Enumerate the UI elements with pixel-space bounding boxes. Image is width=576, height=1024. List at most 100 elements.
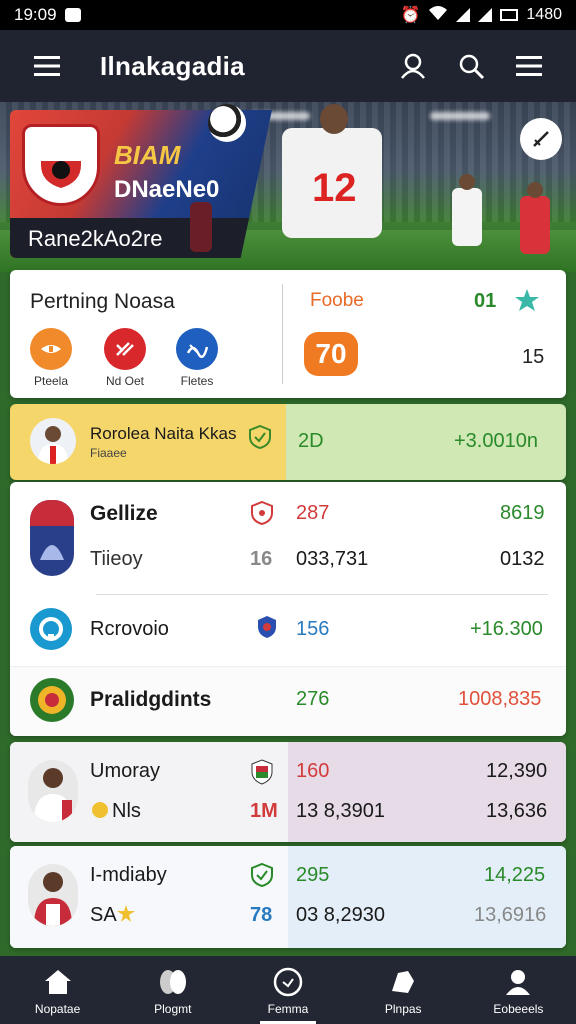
chip-fletes[interactable] (176, 328, 218, 370)
shield-check-icon (250, 862, 274, 893)
team-list-card: Gellize 287 8619 Tiieoy 16 033,731 0132 … (10, 482, 566, 736)
team-name: Rcrovoio (90, 618, 169, 640)
signal-icon-2 (478, 8, 493, 22)
player-figure (520, 182, 550, 254)
player-sub: Nls (112, 800, 141, 822)
team-num-b: +16.300 (470, 618, 543, 640)
chip-label: Nd Oet (105, 374, 144, 388)
nav-match[interactable]: Femma (230, 956, 345, 1024)
player-avatar (28, 760, 78, 822)
player-val-c: 13,636 (486, 800, 548, 822)
search-icon[interactable] (448, 43, 494, 89)
players-icon (156, 966, 190, 998)
score-badge[interactable]: 70 (304, 332, 358, 376)
highlight-sub: Fiaaee (90, 446, 127, 460)
coin-icon (90, 800, 110, 825)
divider (96, 594, 548, 595)
nav-home[interactable]: Nopatae (0, 956, 115, 1024)
team-num-a: 287 (296, 502, 330, 524)
bottom-navigation: Nopatae Plogmt Femma Plnpas Eobeeels (0, 956, 576, 1024)
nav-profile[interactable]: Eobeeels (461, 956, 576, 1024)
team-crest-icon (30, 500, 74, 576)
banner-line-1: BIAM (114, 140, 181, 170)
football-icon (208, 104, 246, 142)
shield-icon (250, 500, 274, 531)
right-value: 01 (474, 290, 497, 312)
shield-icon (256, 614, 278, 645)
team-sub-num: 16 (250, 548, 273, 570)
star-icon (514, 288, 540, 317)
featured-player-image: 12 (282, 104, 382, 238)
nav-label: Nopatae (34, 1002, 81, 1016)
team-crest-icon (30, 678, 74, 722)
chip-pteela[interactable] (30, 328, 72, 370)
status-right-text: 1480 (526, 6, 562, 23)
nav-label: Plogmt (154, 1002, 192, 1016)
wifi-icon (428, 5, 448, 26)
player-val-b: 13 8,3901 (296, 800, 385, 822)
nav-players[interactable]: Plogmt (115, 956, 230, 1024)
hero-banner[interactable]: BIAM DNaeNe0 Rane2kAo2re 12 (0, 102, 576, 272)
team-num-b: 1008,835 (458, 688, 542, 710)
options-menu-icon[interactable] (506, 43, 552, 89)
player-sub: SA (90, 904, 117, 926)
banner-line-2: DNaeNe0 (114, 176, 220, 203)
right-bottom-value: 15 (522, 346, 545, 368)
player-tag: 78 (250, 904, 273, 926)
player-card[interactable]: Umoray Nls 1M 160 13 8,3901 12,390 13,63… (10, 742, 566, 842)
shield-check-icon (248, 424, 272, 455)
player-val-c: 13,6916 (474, 904, 547, 926)
nav-label: Plnpas (384, 1002, 422, 1016)
banner-line-3: Rane2kAo2re (10, 218, 250, 258)
player-card-right (288, 742, 566, 842)
highlight-amount: +3.0010n (454, 430, 538, 452)
battery-icon (500, 9, 519, 21)
app-title: Ilnakagadia (100, 50, 245, 81)
avatar (30, 418, 76, 464)
player-name: I-mdiaby (90, 864, 167, 886)
summary-card[interactable]: Pertning Noasa Pteela Nd Oet Fletes Foob… (10, 270, 566, 398)
nav-label: Eobeeels (493, 1002, 544, 1016)
nav-label: Femma (267, 1002, 309, 1016)
player-figure (190, 202, 212, 252)
home-icon (41, 966, 75, 998)
team-logo-icon (30, 608, 72, 650)
team-num-a: 276 (296, 688, 330, 710)
match-icon (271, 966, 305, 998)
highlight-row[interactable]: Rorolea Naita Kkas Fiaaee 2D +3.0010n (10, 404, 566, 480)
edit-icon[interactable] (520, 118, 562, 160)
chip-ndoet[interactable] (104, 328, 146, 370)
team-sub: Tiieoy (90, 548, 143, 570)
club-crest-icon (22, 124, 100, 206)
player-avatar (28, 864, 78, 926)
player-num-a: 295 (296, 864, 330, 886)
highlight-name: Rorolea Naita Kkas (90, 424, 237, 443)
alarm-icon: ⏰ (400, 7, 421, 24)
player-val-a: 12,390 (486, 760, 548, 782)
nav-stats[interactable]: Plnpas (346, 956, 461, 1024)
profile-icon (501, 966, 535, 998)
notification-icon (64, 8, 81, 22)
app-bar: Ilnakagadia (0, 30, 576, 102)
player-card-right (288, 846, 566, 948)
player-card[interactable]: I-mdiaby SA 78 295 03 8,2930 14,225 13,6… (10, 846, 566, 948)
player-figure (452, 174, 482, 246)
card-divider (282, 284, 283, 384)
team-num-a: 156 (296, 618, 330, 640)
player-tag: 1M (250, 800, 278, 822)
team-val-b: 0132 (500, 548, 545, 570)
player-name: Umoray (90, 760, 161, 782)
team-val-a: 033,731 (296, 548, 369, 570)
stadium-light (430, 112, 490, 120)
menu-icon[interactable] (24, 43, 70, 89)
team-name: Gellize (90, 502, 158, 525)
account-icon[interactable] (390, 43, 436, 89)
team-name: Pralidgdints (90, 688, 212, 711)
stats-icon (386, 966, 420, 998)
player-val-b: 03 8,2930 (296, 904, 385, 926)
right-label: Foobe (310, 290, 364, 311)
chip-label: Fletes (180, 374, 214, 388)
star-icon (116, 904, 136, 929)
flag-shield-icon (250, 758, 274, 791)
status-bar: 19:09 ⏰ 1480 (0, 0, 576, 30)
